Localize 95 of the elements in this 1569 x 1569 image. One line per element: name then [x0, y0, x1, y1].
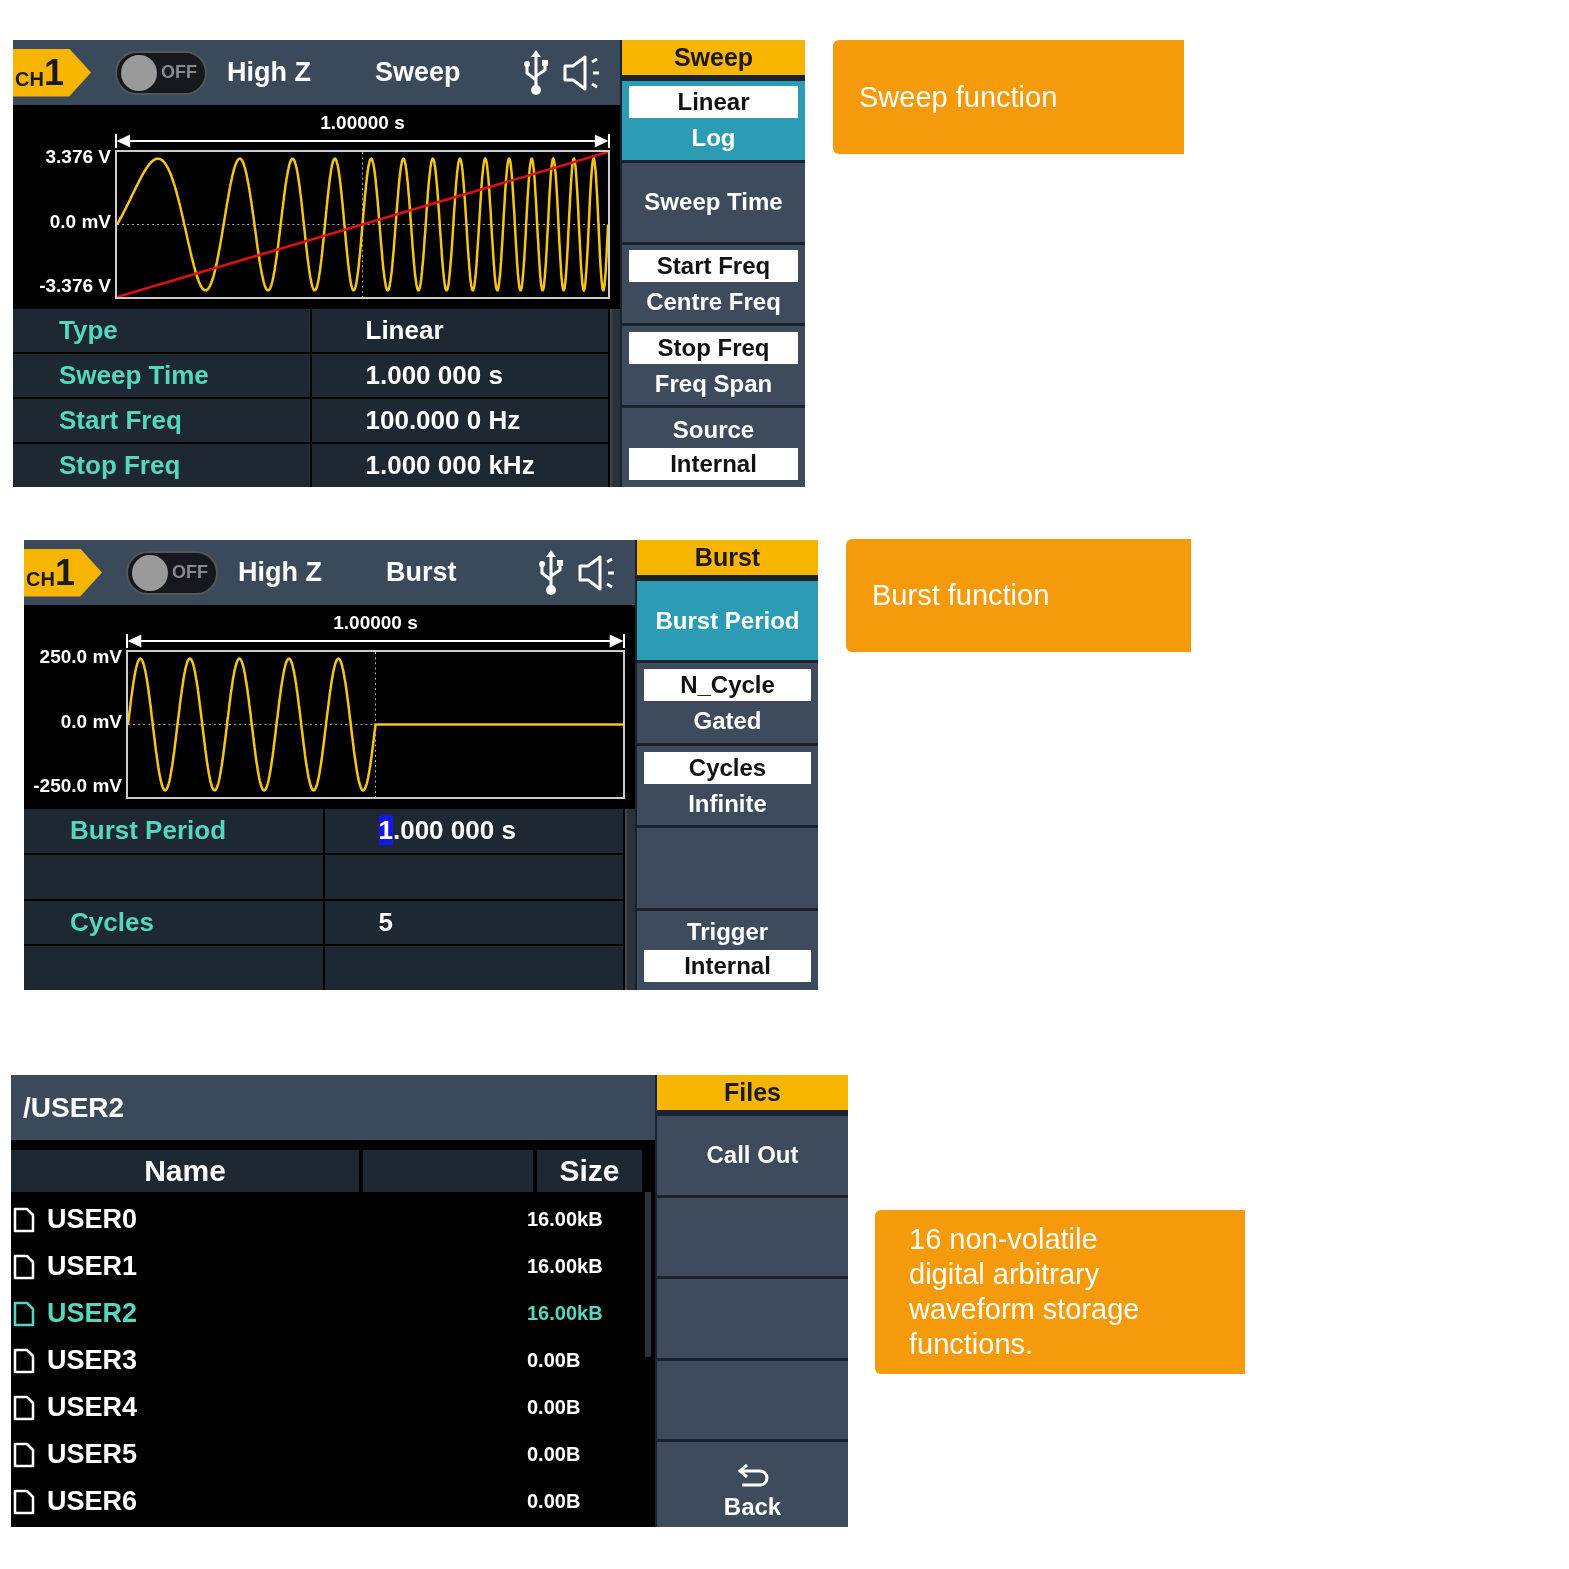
file-icon	[13, 1394, 35, 1421]
callout-label: Sweep function	[833, 40, 1184, 154]
usb-icon	[522, 49, 550, 96]
menu-option[interactable]: Centre Freq	[629, 286, 798, 318]
param-label: Sweep Time	[13, 354, 310, 397]
column-header: Size	[537, 1150, 642, 1192]
speaker-icon	[562, 53, 602, 92]
axis-label: 250.0 mV	[39, 646, 122, 668]
menu-key[interactable]: Source Internal	[622, 408, 805, 487]
back-icon	[735, 1462, 770, 1489]
menu-option[interactable]: Cycles	[644, 751, 811, 784]
menu-option[interactable]: Freq Span	[629, 367, 798, 400]
file-icon	[13, 1206, 35, 1233]
file-size: 16.00kB	[527, 1302, 603, 1325]
output-toggle[interactable]: OFF	[115, 50, 207, 95]
param-value[interactable]: 1.000 000 s	[311, 354, 608, 397]
speaker-icon	[577, 553, 617, 592]
time-span-label: 1.00000 s	[333, 613, 418, 634]
channel-prefix: CH	[15, 68, 44, 89]
file-name[interactable]: USER4	[47, 1392, 527, 1423]
menu-key[interactable]: Call Out	[657, 1116, 848, 1195]
menu-value: Internal	[629, 447, 798, 480]
file-icon	[13, 1488, 35, 1515]
menu-key-label: Trigger	[686, 918, 769, 947]
load-label: High Z	[227, 57, 311, 88]
menu-key[interactable]: Sweep Time	[622, 162, 805, 242]
menu-key-label: Burst Period	[655, 606, 800, 635]
mode-label: Burst	[386, 557, 457, 588]
menu-key-label: Call Out	[706, 1141, 799, 1170]
mode-label: Sweep	[375, 57, 461, 88]
param-value[interactable]: 1.000 000 kHz	[311, 444, 608, 487]
column-header: Name	[11, 1150, 359, 1192]
menu-key[interactable]: Linear Log	[622, 81, 805, 160]
file-name[interactable]: USER5	[47, 1439, 527, 1470]
menu-title: Sweep	[622, 40, 805, 78]
param-label: Stop Freq	[13, 444, 310, 487]
file-icon	[13, 1441, 35, 1468]
axis-label: -250.0 mV	[33, 775, 122, 797]
menu-option[interactable]: Start Freq	[629, 250, 798, 282]
channel-number: 1	[43, 57, 64, 89]
menu-option[interactable]: Linear	[629, 86, 798, 119]
menu-key[interactable]	[657, 1197, 848, 1277]
file-size: 0.00B	[527, 1396, 581, 1419]
param-value[interactable]: Linear	[311, 309, 608, 352]
file-size: 16.00kB	[527, 1208, 603, 1231]
callout-label: Burst function	[846, 539, 1191, 652]
axis-label: 0.0 mV	[60, 710, 122, 733]
file-size: 0.00B	[527, 1490, 581, 1513]
file-icon	[13, 1253, 35, 1280]
file-name[interactable]: USER3	[47, 1345, 527, 1376]
menu-key[interactable]	[657, 1360, 848, 1440]
menu-key[interactable]: N_Cycle Gated	[637, 663, 818, 743]
menu-key[interactable]: Trigger Internal	[637, 910, 818, 991]
usb-icon	[537, 549, 565, 596]
file-name[interactable]: USER1	[47, 1251, 527, 1282]
param-label: Type	[13, 309, 310, 352]
time-span-label: 1.00000 s	[320, 113, 405, 134]
menu-key[interactable]: Cycles Infinite	[637, 745, 818, 826]
menu-key[interactable]	[637, 828, 818, 908]
param-value[interactable]: 100.000 0 Hz	[311, 399, 608, 442]
param-label: Cycles	[24, 900, 323, 945]
output-toggle[interactable]: OFF	[126, 550, 218, 595]
param-label: Burst Period	[24, 809, 323, 853]
menu-key[interactable]: Back	[657, 1442, 848, 1527]
load-label: High Z	[238, 557, 322, 588]
file-size: 16.00kB	[527, 1255, 603, 1278]
folder-path: /USER2	[11, 1075, 655, 1140]
file-size: 0.00B	[527, 1443, 581, 1466]
menu-key-label: Sweep Time	[644, 188, 783, 217]
file-size: 0.00B	[527, 1349, 581, 1372]
callout-label: 16 non-volatile digital arbitrary waveform storage functions.	[875, 1210, 1245, 1374]
menu-key-label: Back	[723, 1492, 782, 1521]
menu-option[interactable]: Stop Freq	[629, 331, 798, 364]
channel-prefix: CH	[26, 568, 55, 589]
axis-label: 0.0 mV	[49, 210, 111, 233]
file-icon	[13, 1347, 35, 1374]
file-icon	[13, 1300, 35, 1327]
menu-option[interactable]: Infinite	[644, 787, 811, 820]
menu-key-label: Source	[672, 415, 755, 444]
file-name[interactable]: USER2	[47, 1298, 527, 1329]
menu-key[interactable]	[657, 1279, 848, 1358]
param-value[interactable]: 5	[324, 900, 623, 945]
file-name[interactable]: USER6	[47, 1486, 527, 1517]
channel-number: 1	[54, 557, 75, 589]
menu-title: Files	[657, 1075, 848, 1113]
param-label: Start Freq	[13, 399, 310, 442]
menu-option[interactable]: N_Cycle	[644, 669, 811, 702]
menu-value: Internal	[644, 950, 811, 983]
menu-title: Burst	[637, 540, 818, 578]
menu-key[interactable]: Start Freq Centre Freq	[622, 244, 805, 324]
axis-label: -3.376 V	[39, 275, 111, 297]
axis-label: 3.376 V	[45, 146, 111, 168]
file-name[interactable]: USER0	[47, 1204, 527, 1235]
menu-key[interactable]: Stop Freq Freq Span	[622, 326, 805, 406]
menu-option[interactable]: Gated	[644, 705, 811, 738]
